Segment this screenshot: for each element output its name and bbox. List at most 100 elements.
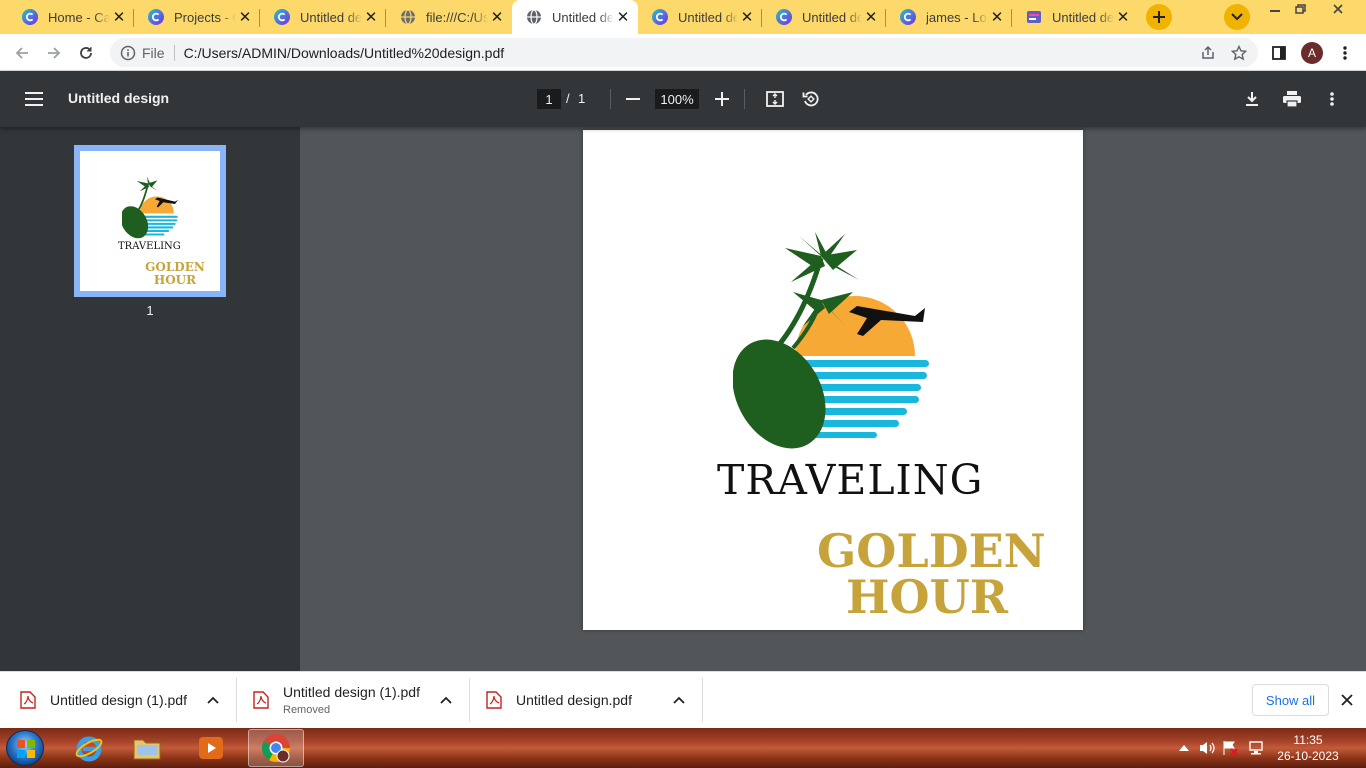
tab-search-button[interactable] bbox=[1224, 4, 1250, 30]
start-button[interactable] bbox=[6, 730, 44, 766]
chevron-up-icon bbox=[440, 696, 452, 704]
tab-strip: Home - Canva ✕ Projects - Canva ✕ Untitl… bbox=[0, 0, 1366, 34]
page-total: 1 bbox=[578, 91, 586, 106]
download-separator bbox=[236, 678, 237, 722]
minus-icon bbox=[626, 98, 640, 100]
download-item[interactable]: Untitled design (1).pdf Removed bbox=[253, 672, 469, 728]
share-button[interactable] bbox=[1199, 44, 1217, 62]
more-actions-button[interactable] bbox=[1320, 87, 1344, 111]
close-tab-icon[interactable]: ✕ bbox=[488, 8, 506, 26]
plus-icon bbox=[715, 92, 729, 106]
close-tab-icon[interactable]: ✕ bbox=[738, 8, 756, 26]
pdf-file-icon bbox=[486, 691, 502, 709]
tab-untitled-design[interactable]: Untitled design ✕ bbox=[638, 0, 762, 34]
rotate-button[interactable] bbox=[799, 87, 823, 111]
side-panel-button[interactable] bbox=[1266, 40, 1292, 66]
page-number-input[interactable]: 1 bbox=[537, 89, 561, 109]
network-icon bbox=[1249, 741, 1263, 755]
download-text: Untitled design (1).pdf Removed bbox=[283, 684, 420, 716]
download-item[interactable]: Untitled design (1).pdf bbox=[20, 672, 236, 728]
flag-alert-icon bbox=[1223, 741, 1238, 756]
download-button[interactable] bbox=[1240, 87, 1264, 111]
fit-to-page-button[interactable] bbox=[763, 87, 787, 111]
forward-button[interactable] bbox=[41, 40, 67, 66]
palm-tree-sun-airplane-logo bbox=[733, 232, 929, 449]
download-item[interactable]: Untitled design.pdf bbox=[486, 672, 702, 728]
document-brand-line2: HOUR bbox=[846, 570, 1008, 624]
pdf-app-icon bbox=[1027, 11, 1041, 23]
media-player-icon bbox=[199, 737, 223, 759]
canva-icon bbox=[148, 9, 164, 25]
download-separator bbox=[469, 678, 470, 722]
document-heading: TRAVELING bbox=[717, 456, 984, 504]
browser-menu-button[interactable] bbox=[1332, 40, 1358, 66]
close-tab-icon[interactable]: ✕ bbox=[236, 8, 254, 26]
star-icon bbox=[1231, 45, 1247, 61]
canva-icon bbox=[776, 9, 792, 25]
reload-icon bbox=[80, 47, 92, 59]
taskbar-media-player[interactable] bbox=[186, 729, 236, 767]
clock-time: 11:35 bbox=[1293, 733, 1323, 747]
windows-taskbar: 11:35 26-10-2023 bbox=[0, 728, 1366, 768]
back-button[interactable] bbox=[9, 40, 35, 66]
tab-untitled-design[interactable]: Untitled design ✕ bbox=[260, 0, 386, 34]
address-bar[interactable]: File C:/Users/ADMIN/Downloads/Untitled%2… bbox=[110, 38, 1258, 67]
close-tab-icon[interactable]: ✕ bbox=[862, 8, 880, 26]
download-options-button[interactable] bbox=[204, 691, 222, 709]
tab-untitled-design[interactable]: Untitled design ✕ bbox=[1012, 0, 1138, 34]
network-button[interactable] bbox=[1248, 740, 1264, 756]
close-window-button[interactable] bbox=[1314, 0, 1362, 18]
minimize-icon bbox=[1270, 10, 1280, 12]
minimize-window-button[interactable] bbox=[1262, 0, 1288, 18]
info-icon[interactable] bbox=[120, 45, 136, 61]
close-tab-icon[interactable]: ✕ bbox=[1114, 8, 1132, 26]
volume-button[interactable] bbox=[1199, 740, 1215, 756]
pdf-content-area[interactable]: TRAVELING GOLDEN HOUR bbox=[300, 127, 1366, 671]
tab-title: file:///C:/Users bbox=[426, 9, 488, 25]
fit-page-icon bbox=[766, 91, 784, 107]
close-tab-icon[interactable]: ✕ bbox=[988, 8, 1006, 26]
action-center-button[interactable] bbox=[1222, 740, 1238, 756]
download-options-button[interactable] bbox=[437, 691, 455, 709]
new-tab-button[interactable] bbox=[1146, 4, 1172, 30]
share-icon bbox=[1202, 45, 1214, 59]
tab-untitled-design-active[interactable]: Untitled design ✕ bbox=[512, 0, 638, 34]
zoom-in-button[interactable] bbox=[710, 87, 734, 111]
tab-file-url[interactable]: file:///C:/Users ✕ bbox=[386, 0, 512, 34]
download-filename: Untitled design.pdf bbox=[516, 692, 632, 708]
page-thumbnail[interactable]: TRAVELING GOLDEN HOUR bbox=[74, 145, 226, 297]
kebab-menu-icon bbox=[1343, 46, 1347, 60]
url-text[interactable]: C:/Users/ADMIN/Downloads/Untitled%20desi… bbox=[184, 45, 505, 61]
system-clock[interactable]: 11:35 26-10-2023 bbox=[1270, 732, 1346, 764]
pdf-file-icon bbox=[20, 691, 36, 709]
sidebar-toggle-button[interactable] bbox=[22, 87, 46, 111]
reload-button[interactable] bbox=[73, 40, 99, 66]
print-button[interactable] bbox=[1280, 87, 1304, 111]
tab-home-canva[interactable]: Home - Canva ✕ bbox=[8, 0, 134, 34]
close-tab-icon[interactable]: ✕ bbox=[110, 8, 128, 26]
close-downloads-bar-button[interactable] bbox=[1338, 691, 1356, 709]
taskbar-chrome[interactable] bbox=[248, 729, 304, 767]
show-hidden-icons-button[interactable] bbox=[1176, 740, 1192, 756]
close-tab-icon[interactable]: ✕ bbox=[362, 8, 380, 26]
zoom-level-input[interactable]: 100% bbox=[655, 89, 699, 109]
arrow-right-icon bbox=[48, 47, 61, 59]
download-options-button[interactable] bbox=[670, 691, 688, 709]
chrome-icon bbox=[262, 734, 290, 763]
zoom-out-button[interactable] bbox=[621, 87, 645, 111]
printer-icon bbox=[1283, 91, 1301, 107]
tab-title: Untitled design bbox=[1052, 9, 1114, 25]
close-tab-icon[interactable]: ✕ bbox=[614, 8, 632, 26]
restore-window-button[interactable] bbox=[1288, 0, 1314, 18]
tab-james-logo[interactable]: james - Logo ✕ bbox=[886, 0, 1012, 34]
download-icon bbox=[1246, 92, 1258, 106]
tab-untitled-design[interactable]: Untitled design ✕ bbox=[762, 0, 886, 34]
show-all-downloads-button[interactable]: Show all bbox=[1252, 684, 1329, 716]
bookmark-button[interactable] bbox=[1230, 44, 1248, 62]
taskbar-internet-explorer[interactable] bbox=[64, 729, 114, 767]
profile-avatar[interactable]: A bbox=[1301, 42, 1323, 64]
taskbar-file-explorer[interactable] bbox=[122, 729, 172, 767]
browser-toolbar: File C:/Users/ADMIN/Downloads/Untitled%2… bbox=[0, 34, 1366, 71]
tab-title: Untitled design bbox=[678, 9, 738, 25]
tab-projects-canva[interactable]: Projects - Canva ✕ bbox=[134, 0, 260, 34]
